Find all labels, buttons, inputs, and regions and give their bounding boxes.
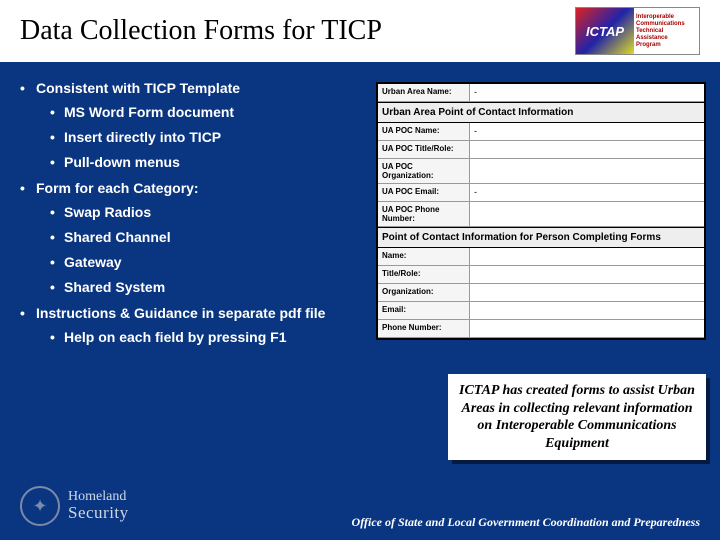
ictap-logo: ICTAP Interoperable Communications Techn…	[575, 7, 700, 55]
form-row: Name:	[378, 248, 704, 266]
seal-line-1: Homeland	[68, 490, 129, 505]
form-row: UA POC Phone Number:	[378, 202, 704, 227]
form-row: UA POC Name:-	[378, 123, 704, 141]
eagle-icon: ✦	[20, 486, 60, 526]
title-bar: Data Collection Forms for TICP ICTAP Int…	[0, 0, 720, 62]
form-row: Organization:	[378, 284, 704, 302]
form-row: Title/Role:	[378, 266, 704, 284]
form-row: Urban Area Name: -	[378, 84, 704, 102]
form-section-header: Urban Area Point of Contact Information	[378, 102, 704, 123]
callout-box: ICTAP has created forms to assist Urban …	[448, 374, 706, 460]
ictap-logo-text: Interoperable Communications Technical A…	[634, 12, 687, 51]
dhs-seal: ✦ Homeland Security	[20, 486, 129, 526]
seal-line-2: Security	[68, 504, 129, 522]
ictap-logo-abbr: ICTAP	[576, 8, 634, 54]
form-row: UA POC Organization:	[378, 159, 704, 184]
form-row: Email:	[378, 302, 704, 320]
form-row: UA POC Title/Role:	[378, 141, 704, 159]
form-section-header: Point of Contact Information for Person …	[378, 227, 704, 248]
form-row: Phone Number:	[378, 320, 704, 338]
form-row: UA POC Email:-	[378, 184, 704, 202]
footer-text: Office of State and Local Government Coo…	[352, 515, 700, 530]
slide-title: Data Collection Forms for TICP	[20, 15, 382, 47]
form-preview: Urban Area Name: - Urban Area Point of C…	[376, 82, 706, 340]
